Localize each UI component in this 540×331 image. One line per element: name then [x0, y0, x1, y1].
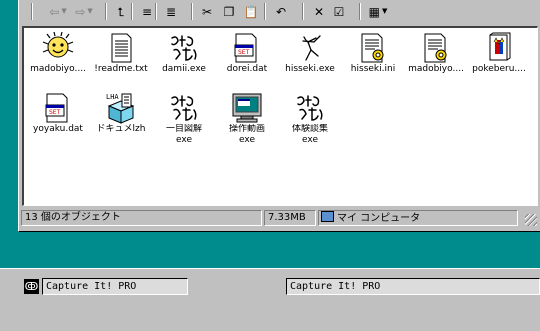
- properties-icon: ☑: [333, 4, 345, 19]
- taskbar: ↂ Capture It! PRO Capture It! PRO: [0, 268, 540, 331]
- cut-button[interactable]: ✂: [197, 3, 217, 20]
- svg-text:SET: SET: [49, 109, 61, 116]
- svg-text:SET: SET: [238, 49, 250, 56]
- file-label: yoyaku.dat: [33, 124, 83, 134]
- forward-icon: ⇨: [75, 4, 86, 19]
- undo-icon: ↶: [275, 4, 287, 19]
- file-label: 一目図解: [165, 124, 202, 134]
- up-folder-button[interactable]: ⮤: [111, 3, 131, 20]
- file-item[interactable]: 一目図解 exe: [152, 92, 216, 146]
- copy-icon: ❐: [223, 4, 235, 19]
- location-label: マイ コンピュータ: [337, 213, 421, 224]
- toolbar-separator: [131, 3, 133, 20]
- data-file-icon: SET: [231, 32, 263, 64]
- resize-grip[interactable]: [525, 214, 537, 226]
- settings-file-icon: [357, 32, 389, 64]
- text-document-icon: [105, 32, 137, 64]
- file-item[interactable]: 体験談集 exe: [278, 92, 342, 146]
- toolbar-separator: [359, 3, 361, 20]
- back-button[interactable]: ⇦ ▼: [45, 3, 71, 20]
- toolbar-separator: [191, 3, 193, 20]
- total-size: 7.33MB: [264, 210, 316, 226]
- dropdown-arrow-icon[interactable]: ▼: [61, 8, 66, 15]
- file-item[interactable]: LHA ドキュメlzh: [89, 92, 153, 135]
- toolbar-separator: [302, 3, 304, 20]
- paste-button[interactable]: 📋: [241, 3, 261, 20]
- calligraphy-exe-icon: [168, 92, 200, 124]
- file-label: madobiyo....: [30, 64, 86, 74]
- calligraphy-exe-icon: [294, 92, 326, 124]
- back-icon: ⇦: [49, 4, 60, 19]
- file-label-extension: exe: [302, 135, 318, 145]
- file-item[interactable]: SET yoyaku.dat: [26, 92, 90, 135]
- toolbar-separator: [105, 3, 107, 20]
- settings-file-icon: [420, 32, 452, 64]
- file-label: pokeberu....: [472, 64, 526, 74]
- toolbar-separator: [31, 3, 33, 20]
- object-count: 13 個のオブジェクト: [21, 210, 262, 226]
- delete-icon: ✕: [313, 4, 325, 19]
- lzh-archive-icon: LHA: [105, 92, 137, 124]
- taskbar-button-capture-1[interactable]: Capture It! PRO: [42, 278, 188, 295]
- file-label: ドキュメlzh: [96, 124, 146, 134]
- file-item[interactable]: madobiyo....: [26, 31, 90, 75]
- views-button[interactable]: ▦ ▼: [365, 3, 391, 20]
- dropdown-arrow-icon[interactable]: ▼: [382, 8, 387, 15]
- svg-text:LHA: LHA: [106, 93, 119, 101]
- file-label: !readme.txt: [94, 64, 148, 74]
- computer-icon: [321, 211, 334, 222]
- map-drive-icon: ≡: [141, 4, 153, 19]
- status-bar: 13 個のオブジェクト 7.33MB マイ コンピュータ: [21, 208, 539, 228]
- file-item[interactable]: hisseki.exe: [278, 32, 342, 75]
- file-item[interactable]: 操作動画 exe: [215, 92, 279, 146]
- smiley-face-icon: [42, 31, 74, 64]
- file-label: hisseki.ini: [350, 64, 396, 74]
- forward-button[interactable]: ⇨ ▼: [71, 3, 97, 20]
- file-label: dorei.dat: [226, 64, 268, 74]
- file-item[interactable]: hisseki.ini: [341, 32, 405, 75]
- disconnect-drive-icon: ≣: [165, 4, 177, 19]
- explorer-window: ⇦ ▼ ⇨ ▼ ⮤ ≡ ≣ ✂ ❐ 📋 ↶ ✕ ☑ ▦ ▼ madobiyo.... !readme.txt d…: [18, 0, 540, 232]
- taskbar-button-capture-2[interactable]: Capture It! PRO: [286, 278, 540, 295]
- up-folder-icon: ⮤: [117, 4, 125, 19]
- undo-button[interactable]: ↶: [271, 3, 291, 20]
- disconnect-drive-button[interactable]: ≣: [161, 3, 181, 20]
- file-label: hisseki.exe: [285, 64, 335, 74]
- data-file-icon: SET: [42, 92, 74, 124]
- dropdown-arrow-icon[interactable]: ▼: [87, 8, 92, 15]
- delete-button[interactable]: ✕: [309, 3, 329, 20]
- help-book-icon: [483, 32, 515, 64]
- file-list-view[interactable]: madobiyo.... !readme.txt damii.exe SET dorei…: [22, 26, 538, 206]
- file-label: 操作動画: [228, 124, 265, 134]
- file-label: madobiyo....: [408, 64, 464, 74]
- file-item[interactable]: SET dorei.dat: [215, 32, 279, 75]
- capture-app-icon[interactable]: ↂ: [24, 279, 39, 294]
- file-label: damii.exe: [162, 64, 206, 74]
- file-item[interactable]: damii.exe: [152, 32, 216, 75]
- file-item[interactable]: !readme.txt: [89, 32, 153, 75]
- views-icon: ▦: [368, 4, 380, 19]
- file-label: 体験談集: [291, 124, 328, 134]
- map-drive-button[interactable]: ≡: [137, 3, 157, 20]
- monitor-exe-icon: [231, 92, 263, 124]
- file-item[interactable]: pokeberu....: [467, 32, 531, 75]
- location-panel: マイ コンピュータ: [318, 210, 518, 226]
- copy-button[interactable]: ❐: [219, 3, 239, 20]
- file-label-extension: exe: [239, 135, 255, 145]
- toolbar: ⇦ ▼ ⇨ ▼ ⮤ ≡ ≣ ✂ ❐ 📋 ↶ ✕ ☑ ▦ ▼: [19, 0, 540, 24]
- stick-figure-exe-icon: [294, 32, 326, 64]
- paste-icon: 📋: [243, 4, 259, 19]
- toolbar-separator: [264, 3, 266, 20]
- properties-button[interactable]: ☑: [329, 3, 349, 20]
- calligraphy-exe-icon: [168, 32, 200, 64]
- file-label-extension: exe: [176, 135, 192, 145]
- cut-icon: ✂: [201, 4, 213, 19]
- file-item[interactable]: madobiyo....: [404, 32, 468, 75]
